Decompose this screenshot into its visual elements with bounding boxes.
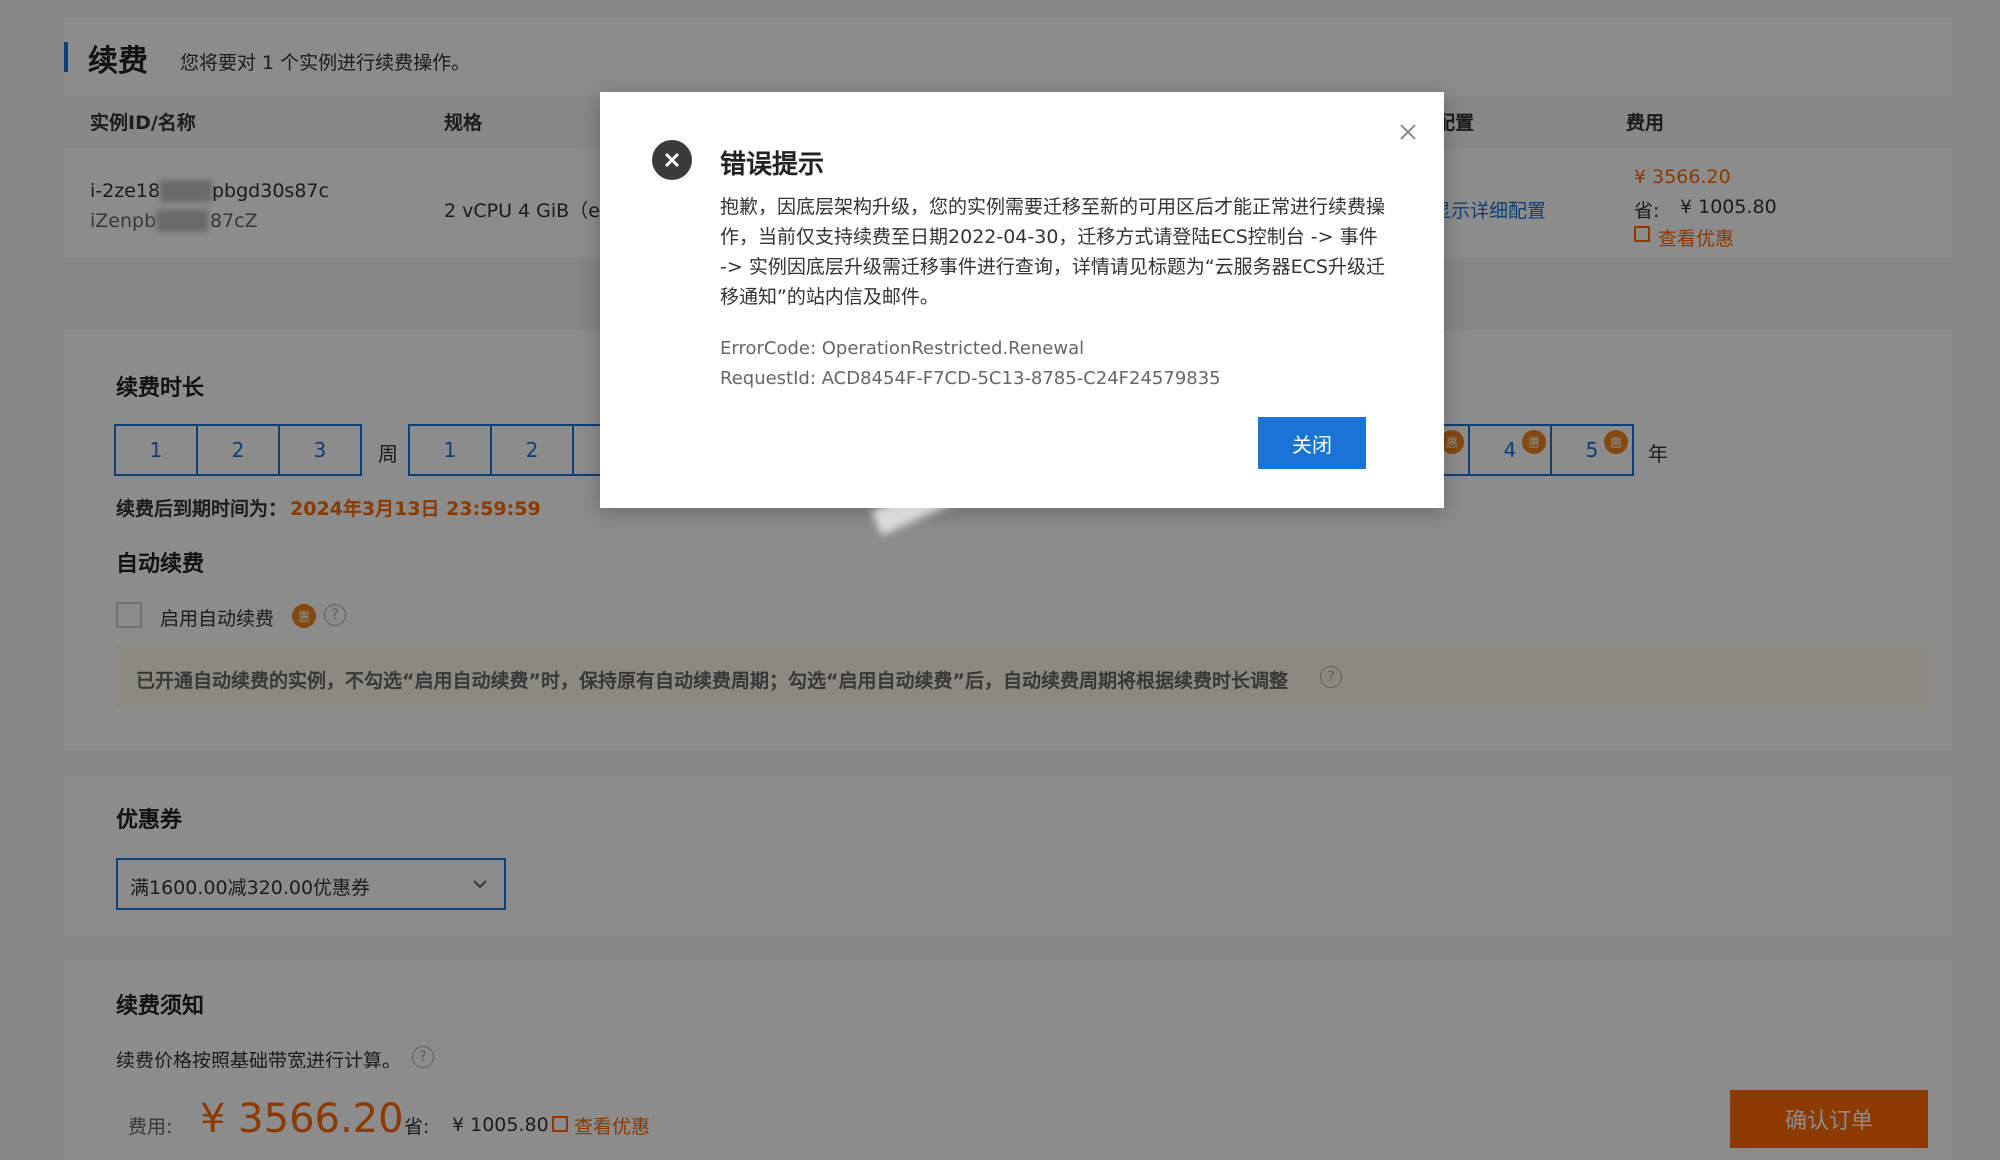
error-icon	[652, 140, 692, 180]
error-code-row: ErrorCode: OperationRestricted.Renewal	[720, 338, 1084, 359]
dialog-message: 抱歉，因底层架构升级，您的实例需要迁移至新的可用区后才能正常进行续费操作，当前仅…	[720, 196, 1386, 308]
request-id-row: RequestId: ACD8454F-F7CD-5C13-8785-C24F2…	[720, 368, 1221, 389]
request-id-label: RequestId:	[720, 368, 816, 389]
dialog-close-button[interactable]: 关闭	[1258, 417, 1366, 469]
error-code-value: OperationRestricted.Renewal	[821, 338, 1085, 359]
close-icon[interactable]	[1394, 118, 1422, 146]
request-id-value: ACD8454F-F7CD-5C13-8785-C24F24579835	[821, 368, 1221, 389]
dialog-title: 错误提示	[720, 150, 825, 180]
error-code-label: ErrorCode:	[720, 338, 817, 359]
error-dialog: 错误提示 抱歉，因底层架构升级，您的实例需要迁移至新的可用区后才能正常进行续费操…	[600, 92, 1444, 508]
